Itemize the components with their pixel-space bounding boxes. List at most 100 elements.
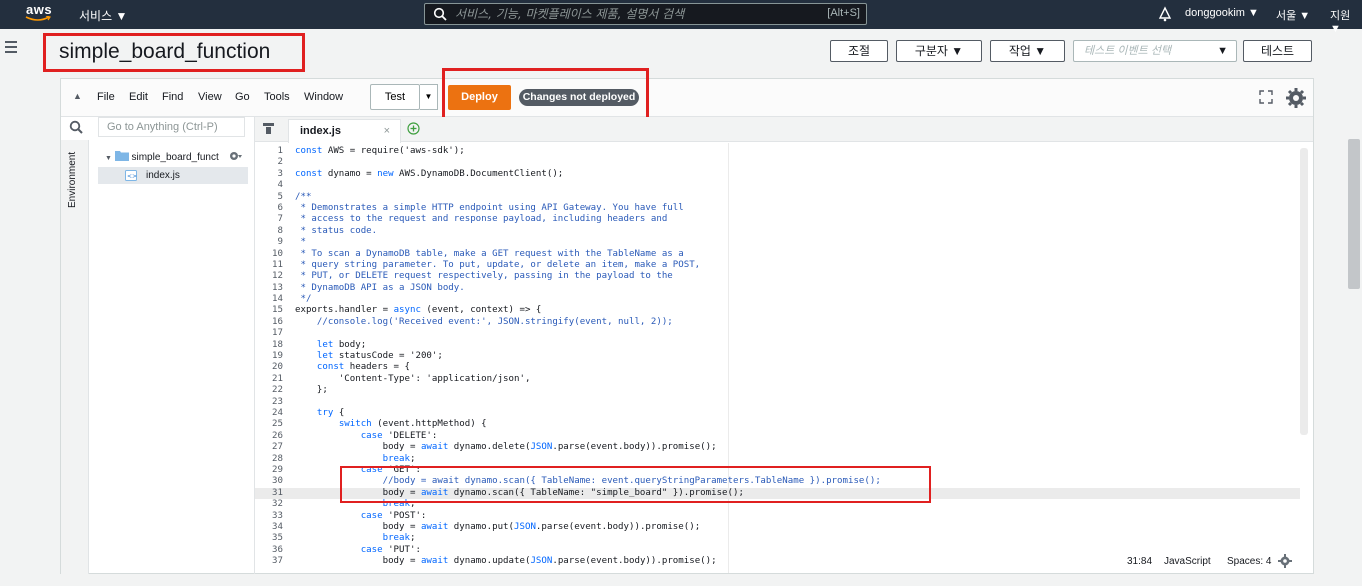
line-number: 1 [277, 146, 283, 156]
code-text: * PUT, or DELETE request respectively, p… [295, 271, 673, 282]
editor-settings-icon[interactable] [1278, 554, 1292, 568]
menu-view[interactable]: View [198, 91, 222, 103]
line-number: 4 [277, 180, 283, 191]
fullscreen-icon[interactable] [1259, 90, 1273, 104]
indent-setting[interactable]: Spaces: 4 [1227, 556, 1271, 567]
line-number: 34 [272, 521, 283, 532]
code-line[interactable]: 15 exports.handler = async (event, contex… [255, 305, 1300, 316]
gear-icon[interactable] [1285, 87, 1307, 109]
editor-test-dropdown[interactable]: ▼ [420, 84, 438, 110]
line-number: 37 [272, 556, 283, 567]
folder-settings-icon[interactable] [228, 150, 242, 162]
menu-find[interactable]: Find [162, 91, 183, 103]
menu-window[interactable]: Window [304, 91, 343, 103]
code-line[interactable]: 13 * DynamoDB API as a JSON body. [255, 283, 1300, 294]
code-line[interactable]: 5 /** [255, 192, 1300, 203]
menu-tools[interactable]: Tools [264, 91, 290, 103]
code-text: }; [295, 385, 328, 396]
code-text: case 'DELETE': [360, 430, 438, 441]
menu-edit[interactable]: Edit [129, 91, 148, 103]
code-line[interactable]: 4 [255, 180, 1300, 191]
test-event-select[interactable]: 테스트 이벤트 선택 ▼ [1073, 40, 1237, 62]
code-line[interactable]: 1 const AWS = require('aws-sdk'); [255, 146, 1300, 157]
code-line[interactable]: 14 */ [255, 294, 1300, 305]
line-number: 14 [272, 294, 283, 305]
tree-folder[interactable]: ▼ simple_board_funct [105, 150, 242, 163]
code-line[interactable]: 16 //console.log('Received event:', JSON… [255, 317, 1300, 328]
go-to-anything-input[interactable]: Go to Anything (Ctrl-P) [98, 117, 245, 137]
code-line[interactable]: 3 const dynamo = new AWS.DynamoDB.Documen… [255, 169, 1300, 180]
menu-go[interactable]: Go [235, 91, 250, 103]
js-file-icon: <> [125, 170, 137, 181]
page-scrollbar-thumb[interactable] [1348, 139, 1360, 289]
editor-test-button[interactable]: Test [370, 84, 420, 110]
services-menu[interactable]: 서비스 ▼ [79, 7, 127, 24]
global-search[interactable]: [Alt+S] [424, 3, 867, 25]
code-text: //console.log('Received event:', JSON.st… [295, 316, 673, 327]
code-line[interactable]: 25 switch (event.httpMethod) { [255, 419, 1300, 430]
code-line[interactable]: 9 * [255, 237, 1300, 248]
notification-bell-icon[interactable] [1157, 6, 1173, 22]
code-line[interactable]: 7 * access to the request and response p… [255, 214, 1300, 225]
search-icon [433, 7, 447, 21]
code-line[interactable]: 19 let statusCode = '200'; [255, 351, 1300, 362]
aws-logo[interactable]: aws [24, 2, 54, 24]
close-icon[interactable]: × [384, 120, 390, 142]
environment-tab[interactable]: Environment [67, 152, 78, 208]
code-line[interactable]: 2 [255, 157, 1300, 168]
code-line[interactable]: 23 [255, 397, 1300, 408]
line-number: 5 [277, 191, 283, 202]
add-tab-icon[interactable] [407, 122, 420, 135]
actions-dropdown[interactable]: 작업 ▼ [990, 40, 1065, 62]
tab-menu-icon[interactable] [263, 123, 274, 134]
code-line[interactable]: 35 break; [255, 533, 1300, 544]
code-line[interactable]: 6 * Demonstrates a simple HTTP endpoint … [255, 203, 1300, 214]
code-text: break; [382, 533, 416, 544]
code-line[interactable]: 17 [255, 328, 1300, 339]
search-icon[interactable] [69, 120, 83, 134]
side-menu-toggle[interactable] [5, 41, 17, 56]
line-number: 16 [272, 316, 283, 327]
code-line[interactable]: 12 * PUT, or DELETE request respectively… [255, 271, 1300, 282]
code-line[interactable]: 33 case 'POST': [255, 511, 1300, 522]
line-number: 3 [277, 168, 283, 179]
code-editor[interactable]: 1 const AWS = require('aws-sdk'); 2 3 const … [255, 146, 1300, 573]
code-line[interactable]: 34 body = await dynamo.put(JSON.parse(ev… [255, 522, 1300, 533]
code-text: * [295, 237, 306, 248]
line-number: 7 [277, 214, 283, 225]
code-line[interactable]: 26 case 'DELETE': [255, 431, 1300, 442]
code-text: body = await dynamo.delete(JSON.parse(ev… [295, 442, 717, 453]
collapse-triangle-icon[interactable]: ▲ [73, 91, 82, 101]
code-line[interactable]: 24 try { [255, 408, 1300, 419]
code-line[interactable]: 8 * status code. [255, 226, 1300, 237]
account-menu[interactable]: donggookim ▼ [1185, 7, 1259, 19]
region-menu[interactable]: 서울 ▼ [1276, 7, 1310, 23]
code-line[interactable]: 20 const headers = { [255, 362, 1300, 373]
code-line[interactable]: 21 'Content-Type': 'application/json', [255, 374, 1300, 385]
page-scrollbar[interactable] [1346, 29, 1362, 586]
tab-index-js[interactable]: index.js × [288, 119, 401, 143]
aws-smile-icon [25, 16, 51, 21]
search-shortcut-hint: [Alt+S] [827, 7, 860, 19]
editor-scrollbar[interactable] [1300, 148, 1308, 435]
code-text: exports.handler = async (event, context)… [295, 305, 542, 316]
search-input[interactable] [455, 6, 795, 22]
code-line[interactable]: 28 break; [255, 454, 1300, 465]
line-number: 27 [272, 442, 283, 453]
line-number: 9 [277, 237, 283, 248]
language-mode[interactable]: JavaScript [1164, 556, 1211, 567]
code-line[interactable]: 36 case 'PUT': [255, 545, 1300, 556]
code-line[interactable]: 22 }; [255, 385, 1300, 396]
line-number: 22 [272, 385, 283, 396]
menu-file[interactable]: File [97, 91, 115, 103]
line-number: 20 [272, 362, 283, 373]
test-button[interactable]: 테스트 [1243, 40, 1312, 62]
code-line[interactable]: 27 body = await dynamo.delete(JSON.parse… [255, 442, 1300, 453]
throttle-button[interactable]: 조절 [830, 40, 888, 62]
code-line[interactable]: 18 let body; [255, 340, 1300, 351]
code-line[interactable]: 11 * query string parameter. To put, upd… [255, 260, 1300, 271]
code-line[interactable]: 10 * To scan a DynamoDB table, make a GE… [255, 249, 1300, 260]
tree-file[interactable]: <> index.js [98, 167, 248, 184]
code-text: * access to the request and response pay… [295, 214, 668, 225]
qualifiers-dropdown[interactable]: 구분자 ▼ [896, 40, 982, 62]
